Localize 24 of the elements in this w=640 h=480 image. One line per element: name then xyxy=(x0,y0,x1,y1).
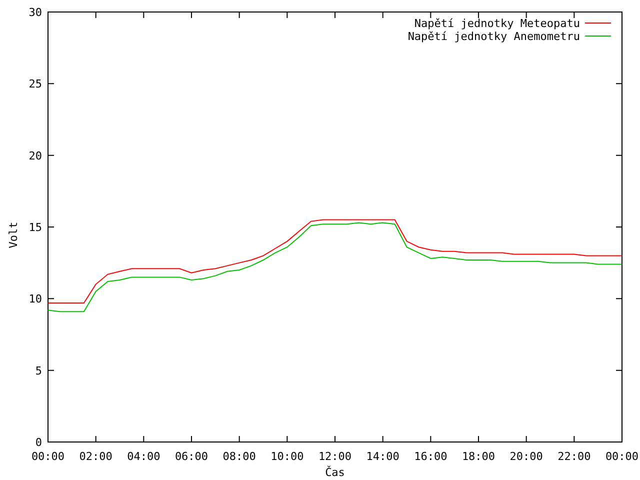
y-tick-label: 30 xyxy=(28,6,42,19)
x-tick-label: 12:00 xyxy=(318,450,352,463)
y-tick-label: 5 xyxy=(35,364,42,378)
y-tick-label: 0 xyxy=(35,436,42,449)
legend-label: Napětí jednotky Meteopatu xyxy=(414,17,580,30)
x-tick-label: 08:00 xyxy=(222,450,256,463)
x-axis-title: Čas xyxy=(325,466,345,479)
y-tick-label: 20 xyxy=(28,149,42,162)
legend-label: Napětí jednotky Anemometru xyxy=(408,30,580,43)
y-tick-label: 10 xyxy=(28,292,42,306)
x-tick-label: 16:00 xyxy=(414,450,448,463)
x-tick-label: 20:00 xyxy=(510,450,543,463)
x-tick-label: 14:00 xyxy=(366,450,400,463)
x-tick-label: 04:00 xyxy=(127,450,160,463)
x-tick-label: 02:00 xyxy=(79,450,112,463)
x-tick-label: 06:00 xyxy=(174,450,208,463)
y-tick-label: 15 xyxy=(28,221,42,234)
x-tick-label: 22:00 xyxy=(558,450,591,463)
x-tick-label: 00:00 xyxy=(605,450,639,463)
x-tick-label: 00:00 xyxy=(31,450,65,463)
y-tick-label: 25 xyxy=(28,78,42,91)
x-tick-label: 10:00 xyxy=(270,450,304,463)
y-axis-title: Volt xyxy=(7,222,20,248)
x-tick-label: 18:00 xyxy=(462,450,496,463)
